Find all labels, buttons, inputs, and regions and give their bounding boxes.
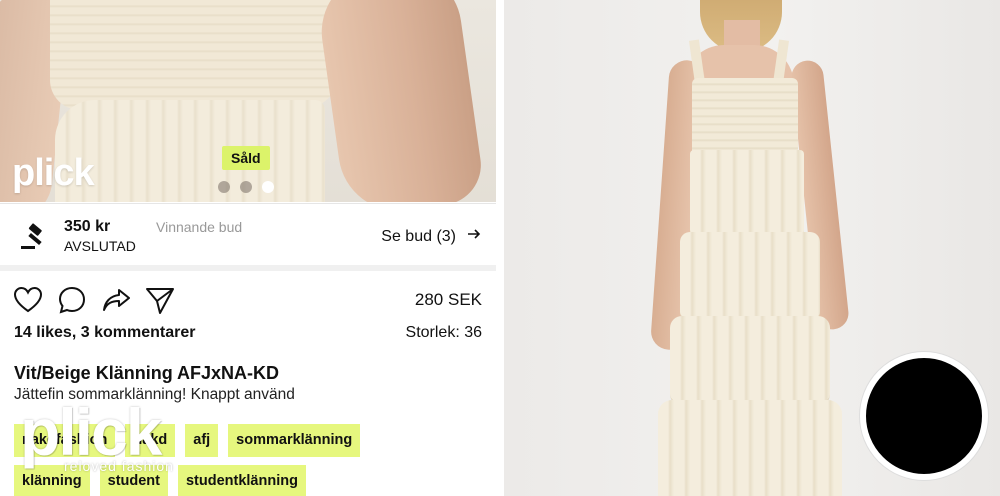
photo-dress-skirt bbox=[55, 100, 325, 202]
tag[interactable]: nakd bbox=[125, 424, 176, 457]
product-photo-carousel[interactable]: plick Såld bbox=[0, 0, 496, 202]
profile-avatar-circle[interactable] bbox=[860, 352, 988, 480]
tag[interactable]: nakdfashion bbox=[14, 424, 116, 457]
model-photo bbox=[504, 0, 1000, 496]
listing-panel: plick Såld 350 kr Vinnande bud AVSLUTAD … bbox=[0, 0, 496, 496]
photo-dress-bodice bbox=[692, 78, 798, 158]
share-arrow-icon[interactable] bbox=[100, 284, 132, 316]
tag[interactable]: klänning bbox=[14, 465, 90, 496]
winning-bid-price: 350 kr bbox=[64, 218, 111, 235]
photo-dress-tier bbox=[658, 400, 842, 496]
tag[interactable]: afj bbox=[185, 424, 219, 457]
carousel-dot[interactable] bbox=[218, 181, 230, 193]
auction-row: 350 kr Vinnande bud AVSLUTAD Se bud (3) bbox=[0, 203, 496, 265]
tag[interactable]: sommarklänning bbox=[228, 424, 361, 457]
carousel-dot-active[interactable] bbox=[262, 181, 274, 193]
size-label: Storlek: 36 bbox=[405, 324, 482, 341]
winning-bid-label: Vinnande bud bbox=[156, 219, 243, 235]
panel-gap bbox=[496, 0, 504, 496]
photo-arm-right bbox=[313, 0, 487, 202]
likes-comments-count[interactable]: 14 likes, 3 kommentarer bbox=[14, 324, 195, 342]
arrow-right-icon bbox=[466, 226, 482, 247]
auction-status: AVSLUTAD bbox=[64, 238, 136, 254]
listing-price: 280 SEK bbox=[414, 290, 482, 309]
photo-dress-bodice bbox=[50, 0, 340, 110]
plick-logo: plick bbox=[12, 152, 95, 194]
heart-icon[interactable] bbox=[12, 284, 44, 316]
action-bar bbox=[12, 284, 176, 316]
gavel-icon bbox=[18, 222, 48, 252]
comment-icon[interactable] bbox=[56, 284, 88, 316]
listing-title: Vit/Beige Klänning AFJxNA-KD bbox=[14, 363, 280, 383]
section-divider bbox=[0, 265, 496, 271]
sold-badge: Såld bbox=[222, 146, 270, 170]
tag-list: nakdfashion nakd afj sommarklänning klän… bbox=[14, 424, 484, 496]
send-icon[interactable] bbox=[144, 284, 176, 316]
carousel-dots bbox=[218, 181, 274, 193]
carousel-dot[interactable] bbox=[240, 181, 252, 193]
tag-row: nakdfashion nakd afj sommarklänning bbox=[14, 424, 484, 457]
photo-dress-tier bbox=[680, 232, 820, 322]
see-bids-label: Se bud (3) bbox=[381, 227, 456, 245]
listing-description: Jättefin sommarklänning! Knappt använd bbox=[14, 386, 295, 403]
tag[interactable]: student bbox=[99, 465, 168, 496]
tag-row: klänning student studentklänning bbox=[14, 465, 484, 496]
see-bids-link[interactable]: Se bud (3) bbox=[381, 226, 482, 247]
photo-dress-tier bbox=[670, 316, 830, 406]
photo-dress-tier bbox=[690, 150, 804, 240]
tag[interactable]: studentklänning bbox=[177, 465, 306, 496]
